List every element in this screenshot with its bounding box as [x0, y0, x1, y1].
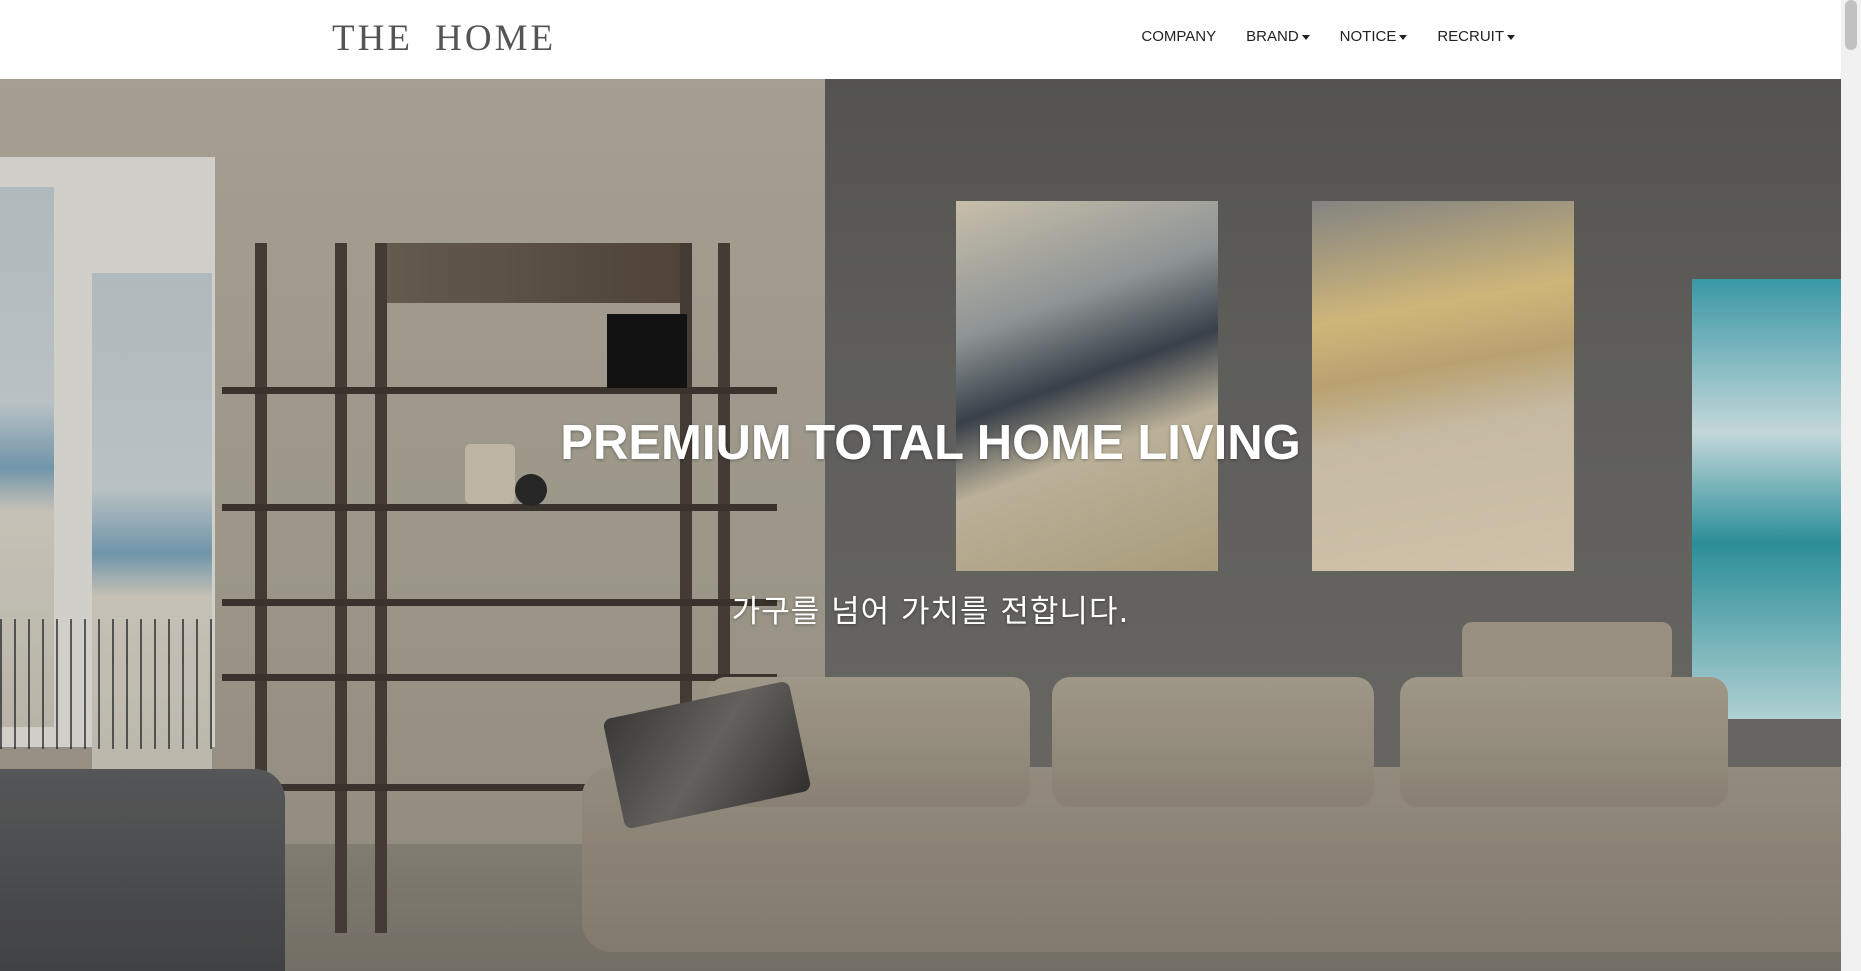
- nav-item-brand[interactable]: BRAND: [1246, 28, 1310, 45]
- hero-subtitle: 가구를 넘어 가치를 전합니다.: [731, 594, 1130, 630]
- nav-item-notice[interactable]: NOTICE: [1340, 28, 1408, 45]
- hero-banner: [0, 79, 1841, 971]
- nav-item-company[interactable]: COMPANY: [1141, 28, 1216, 45]
- caret-down-icon: [1301, 34, 1310, 40]
- site-header: THE HOME COMPANY BRAND NOTICE RECRUIT: [0, 0, 1861, 79]
- caret-down-icon: [1399, 34, 1408, 40]
- site-logo[interactable]: THE HOME: [332, 17, 556, 60]
- nav-item-label: COMPANY: [1141, 28, 1217, 45]
- nav-item-label: RECRUIT: [1437, 28, 1504, 45]
- hero-overlay: [0, 79, 1841, 971]
- nav-item-label: BRAND: [1246, 28, 1299, 45]
- nav-item-recruit[interactable]: RECRUIT: [1437, 28, 1515, 45]
- caret-down-icon: [1507, 34, 1515, 40]
- hero-title: PREMIUM TOTAL HOME LIVING: [560, 416, 1301, 470]
- page: THE HOME COMPANY BRAND NOTICE RECRUIT PR…: [0, 0, 1861, 971]
- scrollbar-thumb[interactable]: [1845, 0, 1857, 50]
- vertical-scrollbar[interactable]: [1841, 0, 1861, 971]
- main-nav: COMPANY BRAND NOTICE RECRUIT: [1141, 28, 1515, 45]
- nav-item-label: NOTICE: [1339, 28, 1397, 45]
